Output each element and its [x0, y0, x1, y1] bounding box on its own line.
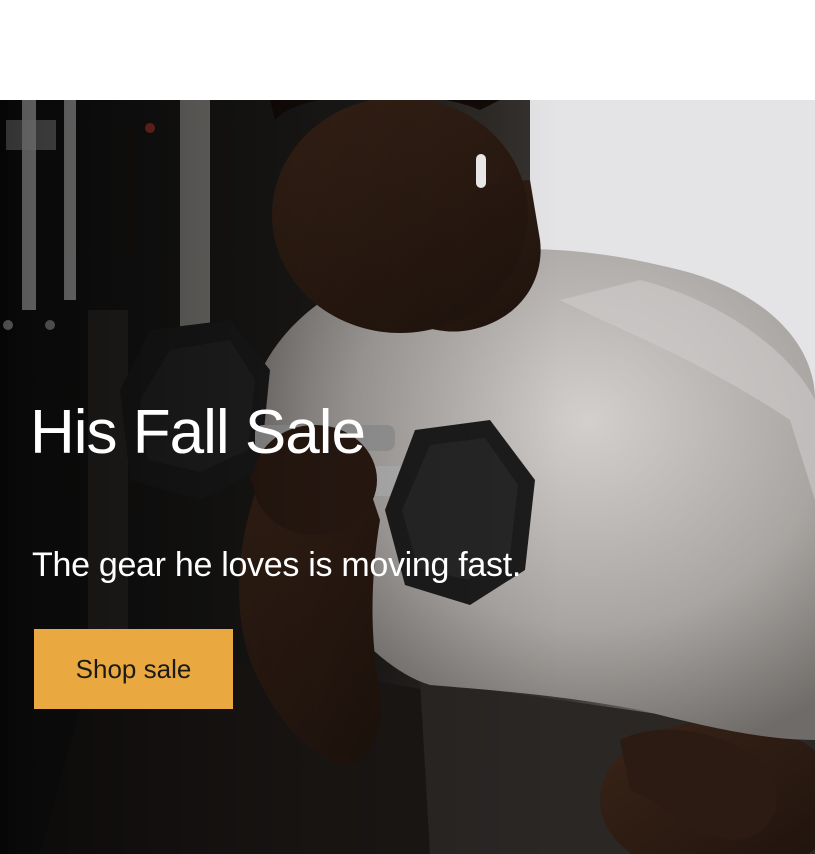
top-spacer [0, 0, 815, 100]
shop-sale-button[interactable]: Shop sale [34, 629, 233, 709]
hero-subtitle: The gear he loves is moving fast. [32, 546, 522, 584]
hero-photo [0, 100, 815, 854]
email-page: His Fall Sale The gear he loves is movin… [0, 0, 815, 854]
hero-title: His Fall Sale [30, 398, 366, 467]
hero-banner[interactable]: His Fall Sale The gear he loves is movin… [0, 100, 815, 854]
